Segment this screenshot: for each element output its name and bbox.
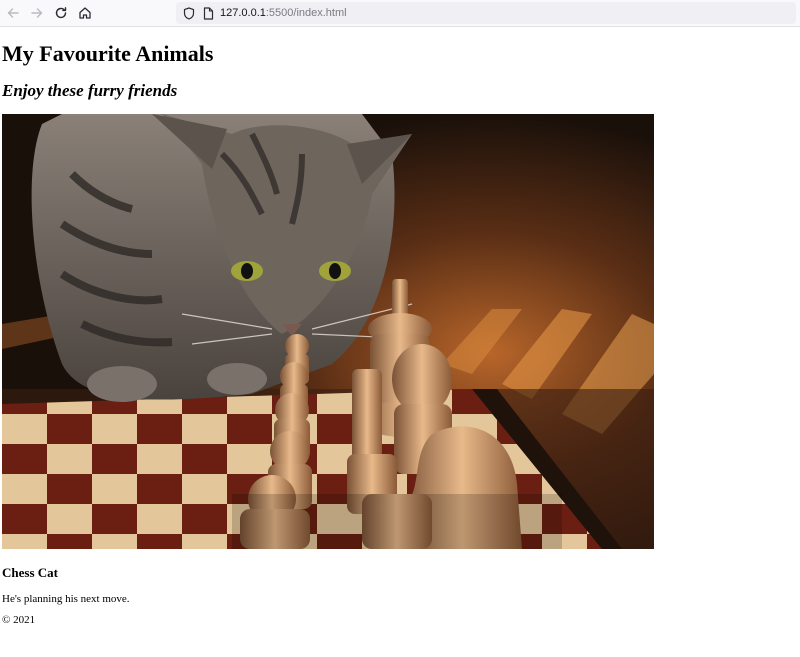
url-bar[interactable]: 127.0.0.1:5500/index.html xyxy=(176,2,796,24)
shield-icon[interactable] xyxy=(181,5,197,21)
reload-button[interactable] xyxy=(51,3,71,23)
footer-copyright: © 2021 xyxy=(2,614,36,626)
reload-icon xyxy=(55,7,67,19)
chess-cat-photo xyxy=(2,114,654,549)
page-icon xyxy=(200,5,216,21)
back-button[interactable] xyxy=(3,3,23,23)
forward-button[interactable] xyxy=(27,3,47,23)
back-arrow-icon xyxy=(7,8,19,18)
url-text[interactable]: 127.0.0.1:5500/index.html xyxy=(220,6,347,20)
page-subtitle: Enjoy these furry friends xyxy=(2,81,178,100)
home-button[interactable] xyxy=(75,3,95,23)
caption-text: He's planning his next move. xyxy=(2,593,130,605)
url-path: :5500/index.html xyxy=(265,7,347,19)
caption-title: Chess Cat xyxy=(2,565,58,580)
url-host: 127.0.0.1 xyxy=(220,7,266,19)
forward-arrow-icon xyxy=(31,8,43,18)
page-title: My Favourite Animals xyxy=(2,41,214,66)
home-icon xyxy=(79,7,91,19)
browser-toolbar: 127.0.0.1:5500/index.html xyxy=(0,0,800,27)
